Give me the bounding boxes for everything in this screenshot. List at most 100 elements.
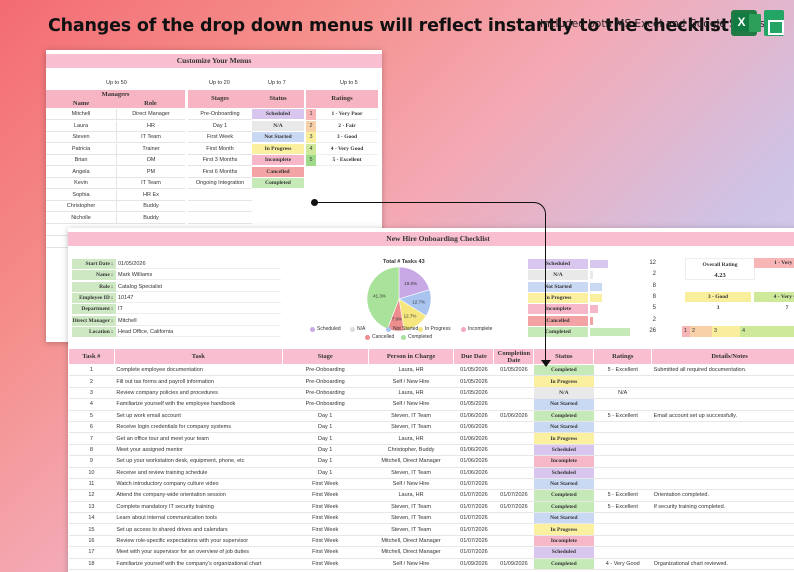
task-rating[interactable] bbox=[593, 523, 652, 536]
status-option[interactable]: Completed bbox=[252, 178, 304, 189]
task-notes[interactable] bbox=[651, 523, 794, 536]
task-rating[interactable] bbox=[593, 512, 652, 525]
task-due-date[interactable]: 01/05/2026 bbox=[453, 375, 494, 388]
task-stage[interactable]: First Week bbox=[282, 546, 369, 559]
task-stage[interactable]: First Week bbox=[282, 489, 369, 502]
task-due-date[interactable]: 01/06/2026 bbox=[453, 455, 494, 468]
task-notes[interactable] bbox=[651, 444, 794, 457]
task-rating[interactable] bbox=[593, 478, 652, 491]
manager-role[interactable]: IT Team bbox=[116, 178, 185, 189]
stage-item[interactable]: Ongoing Integration bbox=[188, 178, 252, 189]
task-notes[interactable] bbox=[651, 398, 794, 411]
stage-item[interactable]: First 3 Months bbox=[188, 155, 252, 166]
task-person[interactable]: Self / New Hire bbox=[368, 375, 454, 388]
manager-name[interactable]: Mitchell bbox=[46, 109, 116, 120]
manager-role[interactable]: Direct Manager bbox=[116, 109, 185, 120]
task-rating[interactable] bbox=[593, 432, 652, 445]
stage-item[interactable]: Pre-Onboarding bbox=[188, 109, 252, 120]
task-rating[interactable] bbox=[593, 455, 652, 468]
status-option[interactable]: Scheduled bbox=[252, 109, 304, 120]
manager-role[interactable]: Buddy bbox=[116, 201, 185, 212]
task-due-date[interactable]: 01/06/2026 bbox=[453, 421, 494, 434]
task-person[interactable]: Self / New Hire bbox=[368, 558, 454, 571]
task-person[interactable]: Mitchell, Direct Manager bbox=[368, 535, 454, 548]
task-stage[interactable]: Day 1 bbox=[282, 432, 369, 445]
stage-item[interactable] bbox=[188, 213, 252, 224]
stage-item[interactable] bbox=[188, 190, 252, 201]
manager-role[interactable]: Trainer bbox=[116, 143, 185, 155]
info-value[interactable]: Mitchell bbox=[116, 316, 281, 326]
task-person[interactable]: Mitchell, Direct Manager bbox=[368, 455, 454, 468]
task-completion-date[interactable] bbox=[493, 546, 534, 559]
rating-number[interactable]: 5 bbox=[306, 155, 316, 166]
info-value[interactable]: Catalog Specialist bbox=[116, 282, 281, 292]
info-value[interactable]: Mark Williams bbox=[116, 270, 281, 281]
task-status[interactable]: Completed bbox=[533, 501, 594, 514]
rating-option[interactable]: 4 - Very Good bbox=[316, 144, 378, 155]
info-value[interactable]: IT bbox=[116, 304, 281, 315]
task-rating[interactable]: 5 - Excellent bbox=[593, 489, 652, 502]
info-value[interactable]: 01/05/2026 bbox=[116, 259, 281, 269]
task-due-date[interactable]: 01/07/2026 bbox=[453, 512, 494, 525]
task-stage[interactable]: Day 1 bbox=[282, 455, 369, 468]
status-option[interactable]: In Progress bbox=[252, 143, 304, 155]
stage-item[interactable]: First Week bbox=[188, 132, 252, 143]
task-status[interactable]: Incomplete bbox=[533, 455, 594, 468]
manager-role[interactable]: HR Ex bbox=[116, 189, 185, 201]
manager-role[interactable]: HR bbox=[116, 120, 185, 132]
task-person[interactable]: Christopher, Buddy bbox=[368, 444, 454, 457]
task-person[interactable]: Steven, IT Team bbox=[368, 512, 454, 525]
task-due-date[interactable]: 01/05/2026 bbox=[453, 387, 494, 400]
stage-item[interactable] bbox=[188, 201, 252, 212]
manager-name[interactable]: Steven bbox=[46, 132, 116, 143]
task-status[interactable]: Completed bbox=[533, 489, 594, 502]
task-due-date[interactable]: 01/07/2026 bbox=[453, 478, 494, 491]
task-notes[interactable]: Email account set up successfully. bbox=[651, 410, 794, 422]
task-stage[interactable]: Pre-Onboarding bbox=[282, 375, 369, 388]
rating-number[interactable]: 2 bbox=[306, 120, 316, 132]
task-stage[interactable]: First Week bbox=[282, 523, 369, 536]
task-stage[interactable]: First Week bbox=[282, 501, 369, 514]
task-notes[interactable] bbox=[651, 535, 794, 548]
task-status[interactable]: N/A bbox=[533, 387, 594, 400]
task-completion-date[interactable] bbox=[493, 387, 534, 400]
task-stage[interactable]: Pre-Onboarding bbox=[282, 364, 369, 377]
task-rating[interactable] bbox=[593, 398, 652, 411]
task-completion-date[interactable] bbox=[493, 444, 534, 457]
task-stage[interactable]: Pre-Onboarding bbox=[282, 398, 369, 411]
task-stage[interactable]: First Week bbox=[282, 558, 369, 571]
stage-item[interactable]: First 6 Months bbox=[188, 167, 252, 178]
manager-name[interactable]: Kevin bbox=[46, 178, 116, 189]
task-due-date[interactable]: 01/07/2026 bbox=[453, 535, 494, 548]
task-person[interactable]: Laura, HR bbox=[368, 489, 454, 502]
task-rating[interactable] bbox=[593, 375, 652, 388]
status-option[interactable]: N/A bbox=[252, 120, 304, 132]
manager-role[interactable]: Buddy bbox=[116, 212, 185, 224]
task-notes[interactable]: If security training completed. bbox=[651, 501, 794, 514]
task-status[interactable]: Completed bbox=[533, 410, 594, 422]
task-due-date[interactable]: 01/06/2026 bbox=[453, 410, 494, 422]
rating-number[interactable]: 3 bbox=[306, 132, 316, 143]
task-due-date[interactable]: 01/07/2026 bbox=[453, 501, 494, 514]
task-due-date[interactable]: 01/07/2026 bbox=[453, 489, 494, 502]
task-completion-date[interactable] bbox=[493, 478, 534, 491]
manager-name[interactable]: Sophia bbox=[46, 190, 116, 201]
task-completion-date[interactable]: 01/06/2026 bbox=[493, 410, 534, 422]
manager-role[interactable]: PM bbox=[116, 166, 185, 178]
info-value[interactable]: Head Office, California bbox=[116, 327, 281, 337]
task-stage[interactable]: Day 1 bbox=[282, 421, 369, 434]
task-due-date[interactable]: 01/05/2026 bbox=[453, 364, 494, 377]
task-stage[interactable]: Day 1 bbox=[282, 410, 369, 422]
task-status[interactable]: Completed bbox=[533, 558, 594, 571]
manager-name[interactable]: Laura bbox=[46, 121, 116, 132]
task-completion-date[interactable] bbox=[493, 375, 534, 388]
task-due-date[interactable]: 01/09/2026 bbox=[453, 558, 494, 571]
task-notes[interactable] bbox=[651, 467, 794, 479]
task-rating[interactable] bbox=[593, 444, 652, 457]
status-option[interactable]: Not Started bbox=[252, 132, 304, 143]
task-completion-date[interactable]: 01/09/2026 bbox=[493, 558, 534, 571]
task-status[interactable]: Scheduled bbox=[533, 444, 594, 457]
task-person[interactable]: Steven, IT Team bbox=[368, 421, 454, 434]
task-notes[interactable] bbox=[651, 387, 794, 400]
task-due-date[interactable]: 01/06/2026 bbox=[453, 432, 494, 445]
